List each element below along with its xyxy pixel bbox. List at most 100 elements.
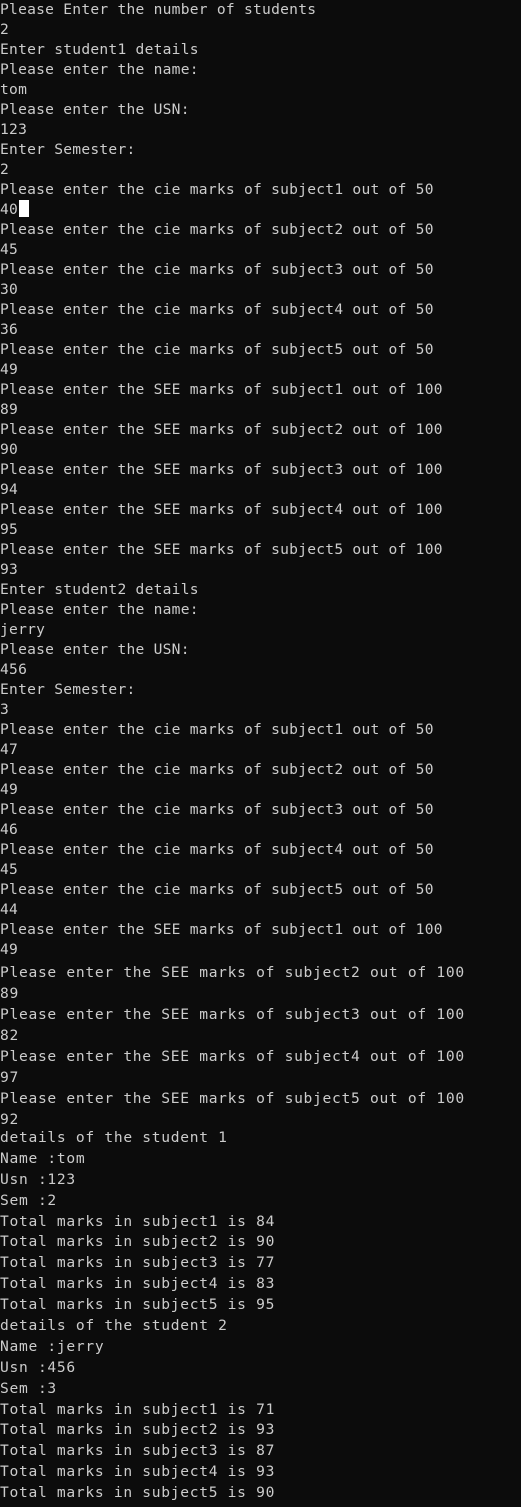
console-line: 45 bbox=[0, 860, 521, 880]
console-line: Sem :2 bbox=[0, 1191, 521, 1212]
console-line-text: Please enter the SEE marks of subject4 o… bbox=[0, 501, 443, 518]
console-line: 47 bbox=[0, 740, 521, 760]
console-line-text: 36 bbox=[0, 321, 19, 338]
console-line: Please enter the SEE marks of subject5 o… bbox=[0, 1088, 521, 1109]
console-window[interactable]: Please Enter the number of students 2 Ente… bbox=[0, 0, 521, 1507]
console-line: Total marks in subject3 is 87 bbox=[0, 1441, 521, 1462]
console-line: Please enter the cie marks of subject3 o… bbox=[0, 800, 521, 820]
console-line: 82 bbox=[0, 1025, 521, 1046]
console-line: 95 bbox=[0, 520, 521, 540]
console-line-text: 47 bbox=[0, 741, 19, 758]
console-line: details of the student 1 bbox=[0, 1128, 521, 1149]
console-line: Total marks in subject4 is 93 bbox=[0, 1462, 521, 1483]
console-line-text: tom bbox=[0, 81, 28, 98]
console-line: Please enter the SEE marks of subject2 o… bbox=[0, 962, 521, 983]
console-line: Please enter the SEE marks of subject3 o… bbox=[0, 1004, 521, 1025]
console-line: Please enter the SEE marks of subject2 o… bbox=[0, 420, 521, 440]
text-cursor bbox=[19, 200, 30, 217]
console-line-text: 2 bbox=[0, 21, 10, 38]
console-line: 2 bbox=[0, 160, 521, 180]
console-line-text: Please enter the SEE marks of subject5 o… bbox=[0, 541, 443, 558]
console-line-text: details of the student 1 bbox=[0, 1129, 228, 1146]
console-line-text: 40 bbox=[0, 201, 19, 218]
console-line: Please enter the cie marks of subject2 o… bbox=[0, 760, 521, 780]
console-line-text: Total marks in subject2 is 93 bbox=[0, 1421, 276, 1439]
console-line-text: Please enter the SEE marks of subject5 o… bbox=[0, 1090, 465, 1107]
console-line-text: Usn :123 bbox=[0, 1170, 76, 1188]
console-output-results: details of the student 1 Name :tom Usn :12… bbox=[0, 1128, 521, 1504]
console-line: Sem :3 bbox=[0, 1379, 521, 1400]
console-line-text: Please enter the USN: bbox=[0, 641, 190, 658]
console-line-text: 49 bbox=[0, 361, 19, 378]
console-line-text: Please enter the SEE marks of subject2 o… bbox=[0, 421, 443, 438]
console-line-text: Please enter the cie marks of subject1 o… bbox=[0, 721, 434, 738]
console-line-text: 93 bbox=[0, 561, 19, 578]
console-output-input-phase-2: Please enter the SEE marks of subject2 o… bbox=[0, 962, 521, 1130]
console-line: Please enter the USN: bbox=[0, 100, 521, 120]
console-line: Total marks in subject2 is 90 bbox=[0, 1232, 521, 1253]
console-line-text: Name :jerry bbox=[0, 1337, 105, 1355]
console-line: Please enter the USN: bbox=[0, 640, 521, 660]
console-line: 30 bbox=[0, 280, 521, 300]
console-line-text: 89 bbox=[0, 401, 19, 418]
console-line-text: 123 bbox=[0, 121, 28, 138]
console-line: Total marks in subject1 is 71 bbox=[0, 1400, 521, 1421]
console-line-text: 97 bbox=[0, 1069, 19, 1086]
console-line-text: 456 bbox=[0, 661, 28, 678]
console-line: Please enter the cie marks of subject1 o… bbox=[0, 180, 521, 200]
console-line: Name :tom bbox=[0, 1149, 521, 1170]
console-line: 94 bbox=[0, 480, 521, 500]
console-line-text: Please enter the name: bbox=[0, 61, 199, 78]
console-line: Please enter the cie marks of subject5 o… bbox=[0, 880, 521, 900]
console-line-text: 44 bbox=[0, 901, 19, 918]
console-line: 49 bbox=[0, 360, 521, 380]
console-line-text: 90 bbox=[0, 441, 19, 458]
console-line: Total marks in subject2 is 93 bbox=[0, 1420, 521, 1441]
console-line: Please enter the cie marks of subject1 o… bbox=[0, 720, 521, 740]
console-line-text: Please enter the cie marks of subject2 o… bbox=[0, 761, 434, 778]
console-line-text: 30 bbox=[0, 281, 19, 298]
console-line: 2 bbox=[0, 20, 521, 40]
console-line-text: Total marks in subject5 is 95 bbox=[0, 1296, 276, 1314]
console-line-text: Enter student2 details bbox=[0, 581, 199, 598]
console-line-text: Total marks in subject1 is 71 bbox=[0, 1400, 276, 1418]
console-line-text: 95 bbox=[0, 521, 19, 538]
console-line: Please enter the SEE marks of subject4 o… bbox=[0, 1046, 521, 1067]
console-line: Please enter the SEE marks of subject4 o… bbox=[0, 500, 521, 520]
console-line: Usn :456 bbox=[0, 1358, 521, 1379]
console-line: 49 bbox=[0, 940, 521, 960]
console-line: 45 bbox=[0, 240, 521, 260]
console-line: 46 bbox=[0, 820, 521, 840]
console-output-input-phase-1: Please Enter the number of students 2 Ente… bbox=[0, 0, 521, 960]
console-line: Enter student2 details bbox=[0, 580, 521, 600]
console-line-text: 89 bbox=[0, 985, 19, 1002]
console-line-text: 46 bbox=[0, 821, 19, 838]
console-line: 97 bbox=[0, 1067, 521, 1088]
console-line-text: Please enter the cie marks of subject4 o… bbox=[0, 841, 434, 858]
console-line-text: Please enter the SEE marks of subject3 o… bbox=[0, 1006, 465, 1023]
console-line-text: Total marks in subject4 is 83 bbox=[0, 1275, 276, 1293]
console-line: jerry bbox=[0, 620, 521, 640]
console-line-text: 45 bbox=[0, 241, 19, 258]
console-line: Please enter the name: bbox=[0, 600, 521, 620]
console-line-text: Enter student1 details bbox=[0, 41, 199, 58]
console-line-text: details of the student 2 bbox=[0, 1317, 228, 1335]
console-line-text: 3 bbox=[0, 701, 10, 718]
console-line-text: 92 bbox=[0, 1111, 19, 1128]
console-line-text: Total marks in subject3 is 77 bbox=[0, 1254, 276, 1272]
console-line-text: Total marks in subject3 is 87 bbox=[0, 1442, 276, 1460]
console-line: Total marks in subject5 is 90 bbox=[0, 1483, 521, 1504]
console-line: 456 bbox=[0, 660, 521, 680]
console-line-text: 45 bbox=[0, 861, 19, 878]
console-line: Please enter the cie marks of subject3 o… bbox=[0, 260, 521, 280]
console-line-text: Please enter the cie marks of subject2 o… bbox=[0, 221, 434, 238]
console-line-text: 49 bbox=[0, 941, 19, 958]
console-line: Please Enter the number of students bbox=[0, 0, 521, 20]
console-line-text: Usn :456 bbox=[0, 1358, 76, 1376]
console-line-text: Total marks in subject2 is 90 bbox=[0, 1233, 276, 1251]
console-line-text: Enter Semester: bbox=[0, 681, 136, 698]
console-line: 123 bbox=[0, 120, 521, 140]
console-line-text: 82 bbox=[0, 1027, 19, 1044]
console-line: Please enter the SEE marks of subject3 o… bbox=[0, 460, 521, 480]
console-line-text: Total marks in subject5 is 90 bbox=[0, 1484, 276, 1502]
